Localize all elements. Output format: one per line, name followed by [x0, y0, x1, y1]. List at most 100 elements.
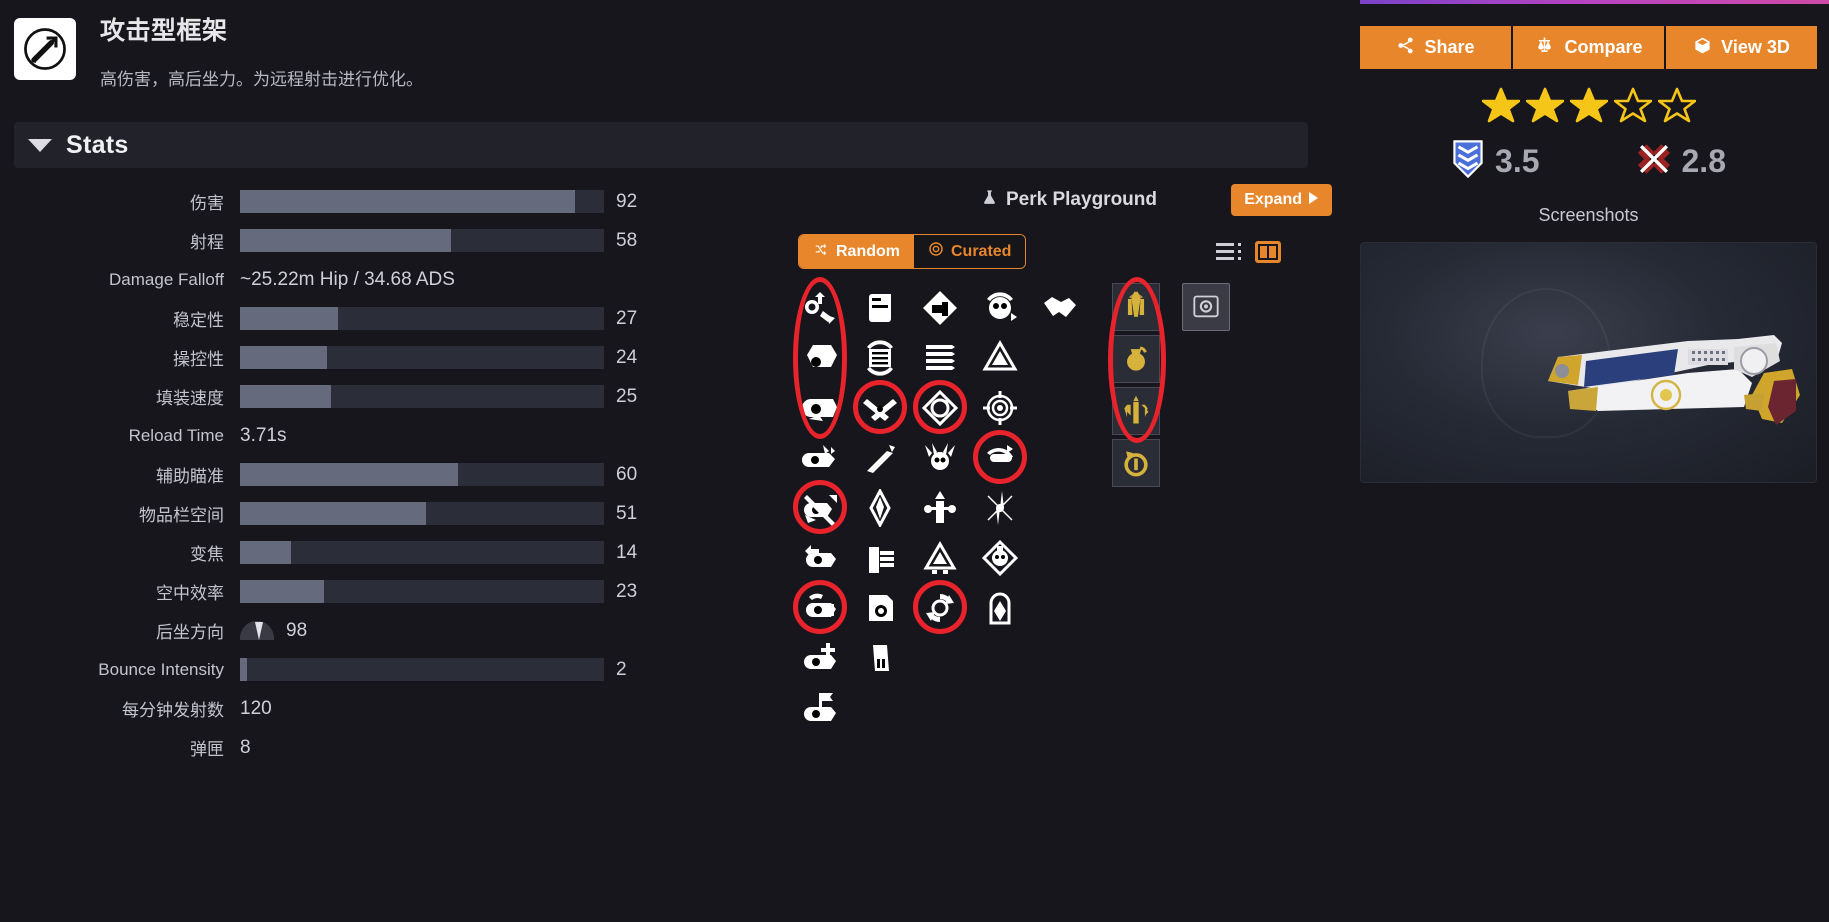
stat-label: Bounce Intensity	[98, 659, 224, 679]
fist-diamond-icon[interactable]	[910, 283, 970, 333]
skull-diamond-icon[interactable]	[970, 533, 1030, 583]
share-button[interactable]: Share	[1360, 26, 1513, 69]
crossed-bullets-icon[interactable]	[850, 383, 910, 433]
screenshot-preview[interactable]	[1360, 242, 1817, 483]
skull-recoil-icon[interactable]	[970, 283, 1030, 333]
triangle-peak-icon[interactable]	[910, 533, 970, 583]
barrel-arrow-left-icon[interactable]	[790, 533, 850, 583]
perk-cell-empty	[1030, 533, 1090, 583]
compare-label: Compare	[1564, 37, 1643, 57]
compare-button[interactable]: Compare	[1513, 26, 1666, 69]
list-view-icon[interactable]	[1216, 243, 1242, 260]
scope-sheet-icon[interactable]	[850, 583, 910, 633]
stat-bar-fill	[240, 502, 426, 525]
magazine-cycle-icon[interactable]	[850, 333, 910, 383]
target-icon	[928, 241, 944, 262]
expand-label: Expand	[1244, 191, 1302, 208]
barrel-flag-icon[interactable]	[790, 683, 850, 733]
weapon-detail-page: 攻击型框架 高伤害，高后坐力。为远程射击进行优化。 Stats 伤害 92 射程 58…	[0, 0, 1829, 922]
star-filled-icon[interactable]	[1481, 87, 1520, 128]
perk-playground-header: Perk Playground Expand	[790, 182, 1348, 218]
star-filled-icon[interactable]	[1569, 87, 1608, 128]
reticle-target-icon[interactable]	[970, 383, 1030, 433]
handshake-icon[interactable]	[1030, 283, 1090, 333]
barrel-bow-icon[interactable]	[790, 483, 850, 533]
shuffle-icon	[813, 242, 829, 261]
scale-pillar-icon[interactable]	[910, 483, 970, 533]
stat-value-wrap: 51	[240, 502, 780, 525]
tri-arrow-icon[interactable]	[970, 333, 1030, 383]
expand-button[interactable]: Expand	[1231, 184, 1332, 216]
stat-value: 92	[616, 190, 638, 212]
stat-row: 变焦 14	[0, 533, 780, 572]
stat-value: 25	[616, 385, 638, 407]
stat-bar-fill	[240, 580, 324, 603]
bullet-trace-icon[interactable]	[850, 433, 910, 483]
barrel-hex-icon[interactable]	[790, 333, 850, 383]
grenade-gold-icon[interactable]	[1112, 335, 1160, 383]
barrel-arrow-up-icon[interactable]	[790, 283, 850, 333]
stat-label: 伤害	[190, 194, 224, 213]
fusion-rifle-gold-icon[interactable]	[1112, 283, 1160, 331]
main-column: 攻击型框架 高伤害，高后坐力。为远程射击进行优化。 Stats 伤害 92 射程 58…	[0, 0, 1348, 922]
burst-star-icon[interactable]	[970, 483, 1030, 533]
perk-cell-empty	[1030, 583, 1090, 633]
ammo-rows-icon[interactable]	[910, 333, 970, 383]
pvp-rating-value: 2.8	[1681, 143, 1726, 179]
stat-bar-track	[240, 229, 604, 252]
share-label: Share	[1424, 37, 1475, 57]
stat-value-wrap: 92	[240, 190, 780, 213]
stats-title: Stats	[66, 130, 129, 159]
blade-icon[interactable]	[850, 483, 910, 533]
stat-row: 稳定性 27	[0, 299, 780, 338]
scales-icon	[1534, 36, 1555, 60]
masterwork-square-icon[interactable]	[1182, 283, 1230, 331]
crossed-swords-icon	[1636, 142, 1672, 181]
random-toggle[interactable]: Random	[799, 235, 914, 268]
curated-toggle[interactable]: Curated	[914, 235, 1026, 268]
reload-clock-gold-icon[interactable]	[1112, 439, 1160, 487]
star-rating[interactable]	[1348, 87, 1829, 128]
stat-row: 填装速度 25	[0, 377, 780, 416]
stat-label: 射程	[190, 233, 224, 252]
magazine-block-icon[interactable]	[850, 283, 910, 333]
cycle-arrows-icon[interactable]	[910, 583, 970, 633]
rounds-cycle-icon[interactable]	[970, 433, 1030, 483]
column-view-icon[interactable]	[1255, 240, 1282, 263]
stats-section-header[interactable]: Stats	[14, 122, 1308, 168]
hand-cannon-weapon-render	[1548, 335, 1800, 425]
stat-label: 弹匣	[190, 740, 224, 759]
view-3d-button[interactable]: View 3D	[1666, 26, 1817, 69]
stat-bar-fill	[240, 229, 452, 252]
stat-bar-track	[240, 190, 604, 213]
stat-value: 14	[616, 541, 638, 563]
tombstone-icon[interactable]	[970, 583, 1030, 633]
magazine-single-icon[interactable]	[850, 633, 910, 683]
cube-icon	[1693, 36, 1712, 60]
stat-bar-track	[240, 541, 604, 564]
magazine-stack-icon[interactable]	[850, 533, 910, 583]
perk-grid	[790, 283, 1348, 733]
stat-bar-fill	[240, 385, 331, 408]
perk-grid-wrapper	[790, 277, 1348, 733]
stat-value-wrap: 14	[240, 541, 780, 564]
share-icon	[1396, 36, 1415, 60]
stat-bar-fill	[240, 658, 248, 681]
diamond-reload-icon[interactable]	[910, 383, 970, 433]
stat-value: 24	[616, 346, 638, 368]
stat-bar-track	[240, 346, 604, 369]
star-empty-icon[interactable]	[1613, 87, 1652, 128]
barrel-plus-icon[interactable]	[790, 633, 850, 683]
trident-gold-icon[interactable]	[1112, 387, 1160, 435]
stat-label: Damage Falloff	[109, 269, 224, 289]
stat-bar-track	[240, 385, 604, 408]
barrel-vent-icon[interactable]	[790, 433, 850, 483]
stat-row: 空中效率 23	[0, 572, 780, 611]
barrel-smooth-icon[interactable]	[790, 383, 850, 433]
star-empty-icon[interactable]	[1657, 87, 1696, 128]
star-filled-icon[interactable]	[1525, 87, 1564, 128]
skull-wings-icon[interactable]	[910, 433, 970, 483]
barrel-reload-icon[interactable]	[790, 583, 850, 633]
stat-row: 伤害 92	[0, 182, 780, 221]
perk-mode-toggle-row: Random Curated	[790, 234, 1348, 269]
